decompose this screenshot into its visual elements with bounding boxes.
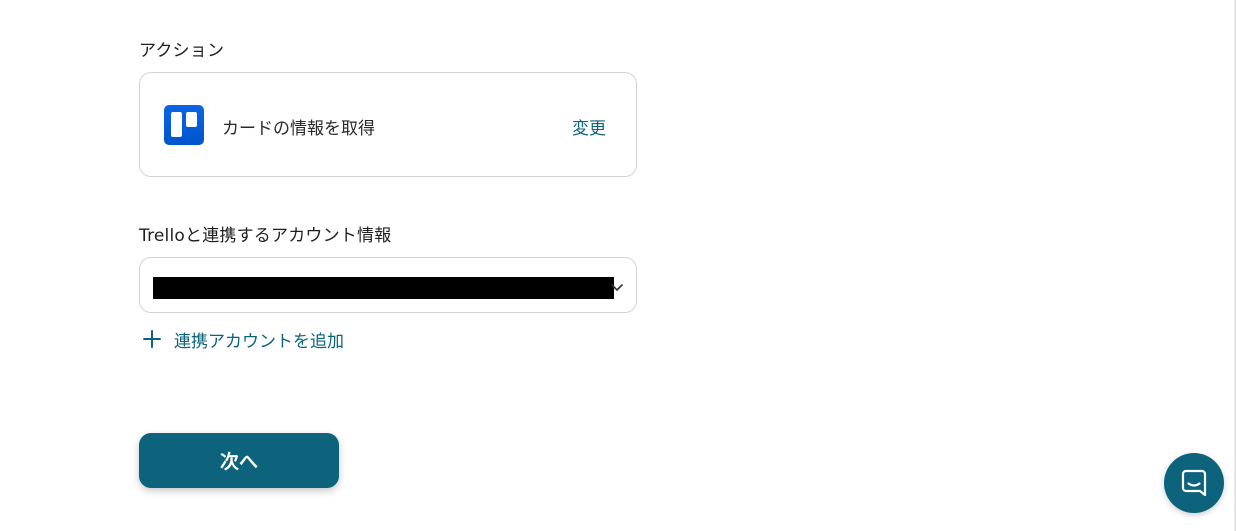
chevron-down-icon	[611, 280, 623, 294]
trello-icon	[164, 105, 204, 145]
chat-launcher-button[interactable]	[1164, 453, 1224, 513]
action-section-label: アクション	[139, 41, 225, 61]
plus-icon	[140, 327, 164, 351]
next-button[interactable]: 次へ	[139, 433, 339, 488]
change-action-link[interactable]: 変更	[572, 114, 606, 139]
action-name: カードの情報を取得	[222, 119, 375, 139]
redacted-account-value	[153, 277, 614, 299]
account-section-label: Trelloと連携するアカウント情報	[139, 226, 392, 246]
account-select[interactable]	[139, 257, 637, 313]
action-card: カードの情報を取得 変更	[139, 72, 637, 177]
page: アクション カードの情報を取得 変更 Trelloと連携するアカウント情報 連携…	[0, 0, 1236, 531]
add-account-label: 連携アカウントを追加	[174, 331, 344, 352]
add-account-button[interactable]: 連携アカウントを追加	[140, 327, 344, 352]
chat-icon	[1181, 469, 1207, 497]
